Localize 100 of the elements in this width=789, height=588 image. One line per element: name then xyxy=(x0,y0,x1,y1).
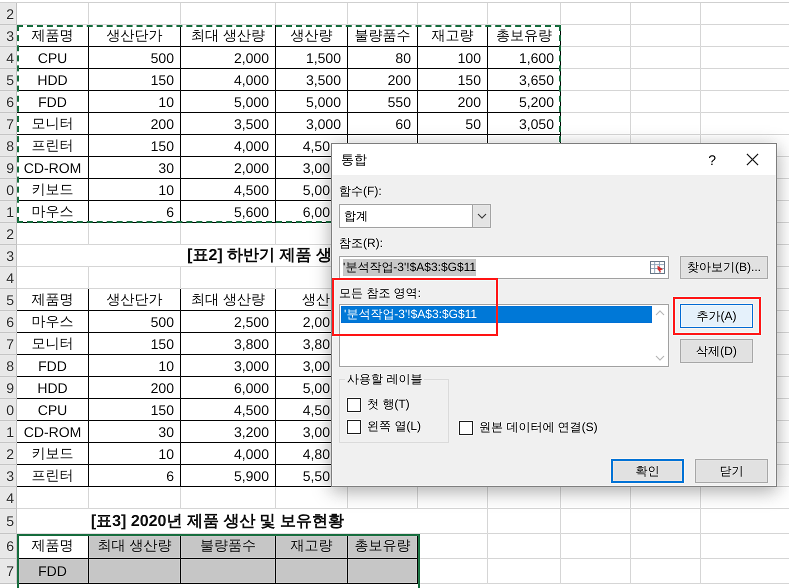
row-number[interactable]: 2 xyxy=(0,443,16,465)
row-number[interactable]: 0 xyxy=(0,399,16,421)
grid-cell[interactable] xyxy=(631,25,701,47)
reference-field[interactable]: '분석작업-3'!$A$3:$G$11 xyxy=(339,256,669,279)
grid-cell[interactable] xyxy=(561,3,631,25)
grid-cell[interactable] xyxy=(418,534,488,559)
grid-cell[interactable] xyxy=(348,3,418,25)
grid-cell[interactable] xyxy=(561,534,631,559)
function-dropdown[interactable]: 합계 xyxy=(339,204,491,228)
row-number[interactable]: 5 xyxy=(0,69,16,91)
grid-cell[interactable] xyxy=(631,69,701,91)
close-icon[interactable] xyxy=(746,153,759,166)
ok-button[interactable]: 확인 xyxy=(611,459,684,483)
grid-cell[interactable] xyxy=(17,487,89,509)
grid-cell[interactable] xyxy=(561,91,631,113)
browse-button[interactable]: 찾아보기(B)... xyxy=(680,256,768,279)
grid-cell[interactable] xyxy=(631,559,701,584)
grid-cell[interactable] xyxy=(17,3,89,25)
table-cell: 5,000 xyxy=(181,91,276,113)
row-number[interactable]: 5 xyxy=(0,509,16,534)
row-number[interactable]: 2 xyxy=(0,3,16,25)
row-number[interactable]: 1 xyxy=(0,201,16,223)
row-number[interactable]: 3 xyxy=(0,25,16,47)
row-number[interactable]: 0 xyxy=(0,179,16,201)
grid-cell[interactable] xyxy=(89,3,181,25)
grid-cell[interactable] xyxy=(181,3,276,25)
grid-cell[interactable] xyxy=(631,113,701,135)
table-cell: 200 xyxy=(348,69,418,91)
grid-cell[interactable] xyxy=(181,487,276,509)
row-number[interactable]: 7 xyxy=(0,333,16,355)
checkbox-option[interactable]: 원본 데이터에 연결(S) xyxy=(459,419,598,436)
grid-cell[interactable] xyxy=(488,534,561,559)
grid-cell[interactable] xyxy=(488,559,561,584)
table-cell: 마우스 xyxy=(17,311,89,333)
grid-cell[interactable] xyxy=(631,534,701,559)
grid-cell[interactable] xyxy=(17,223,89,245)
grid-cell[interactable] xyxy=(418,3,488,25)
grid-cell[interactable] xyxy=(89,267,181,289)
row-number[interactable]: 4 xyxy=(0,487,16,509)
grid-cell[interactable] xyxy=(276,3,348,25)
row-number[interactable]: 6 xyxy=(0,534,16,559)
checkbox-option[interactable]: 왼쪽 열(L) xyxy=(347,418,448,435)
grid-cell[interactable] xyxy=(488,3,561,25)
grid-cell[interactable] xyxy=(181,223,276,245)
grid-cell[interactable] xyxy=(631,47,701,69)
grid-cell[interactable] xyxy=(89,487,181,509)
grid-cell[interactable] xyxy=(89,223,181,245)
caret-icon xyxy=(476,213,486,219)
table-cell: 10 xyxy=(89,443,181,465)
references-list[interactable]: '분석작업-3'!$A$3:$G$11 xyxy=(339,304,669,367)
range-picker-icon[interactable] xyxy=(650,261,665,274)
table-cell: 150 xyxy=(89,135,181,157)
table-title: [표2] 하반기 제품 생 xyxy=(187,246,332,266)
row-number[interactable]: 6 xyxy=(0,91,16,113)
row-number[interactable]: 5 xyxy=(0,289,16,311)
grid-cell[interactable] xyxy=(181,267,276,289)
row-number[interactable]: 7 xyxy=(0,113,16,135)
grid-cell[interactable] xyxy=(17,267,89,289)
row-number[interactable]: 8 xyxy=(0,135,16,157)
row-number[interactable]: 4 xyxy=(0,47,16,69)
row-number[interactable]: 9 xyxy=(0,377,16,399)
table-cell: 마우스 xyxy=(17,201,89,223)
row-number[interactable]: 8 xyxy=(0,355,16,377)
table-cell: 2,500 xyxy=(181,311,276,333)
row-number[interactable]: 6 xyxy=(0,311,16,333)
grid-cell[interactable] xyxy=(561,509,631,534)
table-cell: 10 xyxy=(89,355,181,377)
grid-cell[interactable] xyxy=(418,559,488,584)
grid-cell[interactable] xyxy=(418,509,488,534)
row-number[interactable]: 9 xyxy=(0,157,16,179)
scroll-up-icon[interactable] xyxy=(655,310,665,316)
row-number[interactable]: 7 xyxy=(0,559,16,584)
row-number[interactable]: 3 xyxy=(0,465,16,487)
grid-cell[interactable] xyxy=(631,3,701,25)
scroll-down-icon[interactable] xyxy=(655,355,665,361)
table-cell: 6 xyxy=(89,201,181,223)
checkbox-option[interactable]: 첫 행(T) xyxy=(347,396,448,413)
grid-cell[interactable] xyxy=(561,47,631,69)
row-number[interactable]: 2 xyxy=(0,223,16,245)
grid-cell[interactable] xyxy=(631,91,701,113)
delete-button[interactable]: 삭제(D) xyxy=(680,339,753,363)
help-button[interactable]: ? xyxy=(708,152,716,168)
close-button[interactable]: 닫기 xyxy=(695,459,768,483)
grid-cell[interactable] xyxy=(631,509,701,534)
column-header: 불량품수 xyxy=(181,534,276,559)
list-item[interactable]: '분석작업-3'!$A$3:$G$11 xyxy=(341,306,652,323)
row-number[interactable]: 1 xyxy=(0,421,16,443)
add-button[interactable]: 추가(A) xyxy=(680,304,753,328)
row-number[interactable]: 3 xyxy=(0,245,16,267)
grid-cell[interactable] xyxy=(561,69,631,91)
grid-cell[interactable] xyxy=(561,25,631,47)
table-cell: FDD xyxy=(17,355,89,377)
grid-cell[interactable] xyxy=(488,509,561,534)
table-cell: 2,000 xyxy=(181,157,276,179)
grid-cell[interactable] xyxy=(561,559,631,584)
table-cell: 150 xyxy=(418,69,488,91)
grid-cell[interactable] xyxy=(561,113,631,135)
table-cell: 200 xyxy=(89,113,181,135)
row-number[interactable]: 4 xyxy=(0,267,16,289)
table-cell: CD-ROM xyxy=(17,157,89,179)
